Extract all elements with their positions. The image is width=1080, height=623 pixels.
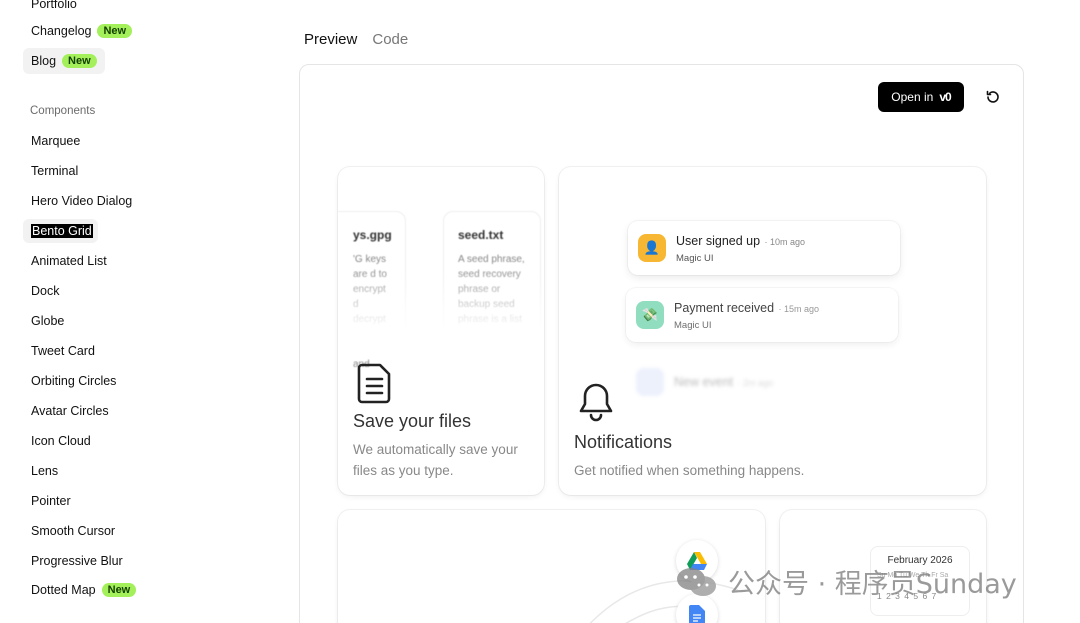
sidebar-item-label: Globe [31,314,65,328]
sidebar-item-smooth-cursor[interactable]: Smooth Cursor [31,521,115,541]
file-name: ys.gpg [353,228,392,242]
sidebar-item-dotted-map[interactable]: Dotted Map New [31,580,137,600]
notification-time: · 15m ago [778,304,820,314]
notification-source: Magic UI [676,253,714,264]
new-badge: New [101,583,137,597]
sidebar-item-label: Tweet Card [31,344,95,358]
v0-logo-icon: v0 [939,90,951,104]
sidebar-item-label: Lens [31,464,59,478]
sidebar-item-bento-grid[interactable]: Bento Grid [31,221,93,241]
sidebar-item-hero-video-dialog[interactable]: Hero Video Dialog [31,191,132,211]
notification-source: Magic UI [674,320,712,331]
sidebar-item-label: Animated List [31,254,107,268]
notification-item: 👤 User signed up · 10m ago Magic UI [628,221,900,275]
sidebar-item-animated-list[interactable]: Animated List [31,251,107,271]
sidebar-item-label: Smooth Cursor [31,524,116,538]
tab-preview[interactable]: Preview [304,31,357,48]
sidebar-item-label: Pointer [31,494,71,508]
card-title: Save your files [353,411,472,431]
notification-title: New event [674,375,734,389]
fade-overlay [338,267,544,357]
watermark-text: 公众号 · 程序员Sunday [728,569,1017,600]
sidebar-item-label: Bento Grid [31,224,93,238]
sidebar-item-marquee[interactable]: Marquee [31,131,80,151]
tab-code[interactable]: Code [372,31,408,48]
notification-title: User signed up [676,234,761,248]
file-name: seed.txt [458,228,504,242]
sidebar-item-label: Dock [31,284,60,298]
sidebar-item-label: Orbiting Circles [31,374,117,388]
preview-frame: Open in v0 ys.gpg 'G keys are d to encry… [299,64,1024,623]
section-label-components: Components [30,105,96,117]
new-badge: New [62,54,97,68]
sidebar-item-label: Hero Video Dialog [31,194,133,208]
sidebar-item-progressive-blur[interactable]: Progressive Blur [31,551,123,571]
sidebar-item-blog[interactable]: Blog New [23,48,105,74]
notification-item: 💸 Payment received · 15m ago Magic UI [626,288,898,342]
wechat-icon [676,566,718,598]
event-icon [636,368,664,396]
notification-time: · 10m ago [764,237,806,247]
notification-time: · 2m ago [737,378,774,388]
sidebar-item-terminal[interactable]: Terminal [31,161,78,181]
bento-card-files[interactable]: ys.gpg 'G keys are d to encrypt d decryp… [338,167,544,495]
notification-item: New event · 2m ago [626,355,898,409]
sidebar-item-globe[interactable]: Globe [31,311,64,331]
sidebar-item-label: Terminal [31,164,79,178]
user-icon: 👤 [638,234,666,262]
sidebar: Portfolio Changelog New Blog New Compone… [0,0,280,623]
sidebar-item-pointer[interactable]: Pointer [31,491,71,511]
bento-card-notifications[interactable]: 👤 User signed up · 10m ago Magic UI 💸 Pa… [559,167,986,495]
card-description: Get notified when something happens. [574,463,805,478]
bell-icon [576,381,616,428]
sidebar-item-label: Marquee [31,134,81,148]
new-badge: New [97,24,133,38]
watermark: 公众号 · 程序员Sunday [676,562,1017,601]
reload-icon[interactable] [983,87,1003,107]
notification-title: Payment received [674,301,775,315]
sidebar-item-avatar-circles[interactable]: Avatar Circles [31,401,109,421]
sidebar-item-lens[interactable]: Lens [31,461,58,481]
sidebar-item-changelog[interactable]: Changelog New [31,21,133,41]
sidebar-item-label: Blog [31,54,57,68]
sidebar-item-label: Progressive Blur [31,554,123,568]
card-title: Notifications [574,432,673,452]
sidebar-item-label: Changelog [31,24,92,38]
sidebar-item-dock[interactable]: Dock [31,281,59,301]
money-icon: 💸 [636,301,664,329]
sidebar-item-icon-cloud[interactable]: Icon Cloud [31,431,91,451]
sidebar-item-tweet-card[interactable]: Tweet Card [31,341,95,361]
open-in-v0-button[interactable]: Open in v0 [878,82,964,112]
file-text-icon [356,362,394,409]
card-description: We automatically save your files as you … [353,442,518,478]
sidebar-item-label: Avatar Circles [31,404,109,418]
sidebar-item-orbiting-circles[interactable]: Orbiting Circles [31,371,116,391]
open-in-label: Open in [891,90,934,104]
sidebar-item-label: Dotted Map [31,583,96,597]
preview-code-tabs: Preview Code [304,31,408,48]
sidebar-item-portfolio[interactable]: Portfolio [31,0,77,14]
sidebar-item-label: Icon Cloud [31,434,91,448]
sidebar-item-label: Portfolio [31,0,77,11]
